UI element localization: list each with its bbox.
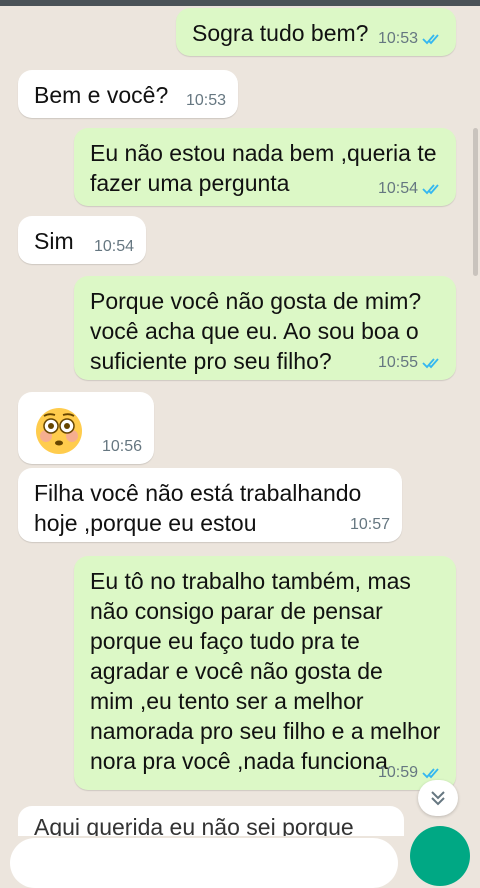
message-meta: 10:53: [186, 92, 226, 110]
message-time: 10:57: [349, 516, 390, 533]
message-time: 10:53: [377, 30, 418, 47]
message-time: 10:54: [93, 238, 134, 255]
status-bar: [0, 0, 480, 6]
double-check-icon: [422, 358, 439, 369]
message-time: 10:54: [377, 180, 418, 197]
message-time: 10:53: [185, 92, 226, 109]
message-text: Eu tô no trabalho também, mas não consig…: [90, 568, 441, 774]
message-text: Aqui querida eu não sei porque: [34, 814, 354, 836]
outgoing-message[interactable]: Sogra tudo bem? 10:53: [176, 8, 456, 56]
outgoing-message[interactable]: Porque você não gosta de mim? você acha …: [74, 276, 456, 380]
message-meta: 10:53: [378, 30, 444, 48]
message-meta: 10:55: [378, 354, 444, 372]
chevron-double-down-icon: [431, 791, 445, 806]
message-input-bar[interactable]: [10, 838, 398, 888]
double-check-icon: [422, 34, 439, 45]
message-text: Filha você não está trabalhando hoje ,po…: [34, 480, 362, 536]
message-meta: 10:54: [378, 180, 444, 198]
outgoing-message[interactable]: Eu tô no trabalho também, mas não consig…: [74, 556, 456, 790]
message-time: 10:59: [377, 764, 418, 781]
send-button[interactable]: [410, 826, 470, 886]
incoming-message[interactable]: 10:56: [18, 392, 154, 464]
double-check-icon: [422, 184, 439, 195]
incoming-message-partial[interactable]: Aqui querida eu não sei porque: [18, 806, 404, 836]
incoming-message[interactable]: Filha você não está trabalhando hoje ,po…: [18, 468, 402, 542]
incoming-message[interactable]: Sim 10:54: [18, 216, 146, 264]
message-meta: 10:57: [350, 516, 390, 534]
incoming-message[interactable]: Bem e você? 10:53: [18, 70, 238, 118]
flushed-face-icon: [36, 408, 82, 454]
scroll-to-bottom-button[interactable]: [418, 780, 458, 816]
scrollbar[interactable]: [473, 128, 478, 276]
message-meta: 10:54: [94, 238, 134, 256]
message-time: 10:55: [377, 354, 418, 371]
double-check-icon: [422, 768, 439, 779]
message-meta: 10:56: [102, 438, 142, 456]
outgoing-message[interactable]: Eu não estou nada bem ,queria te fazer u…: [74, 128, 456, 206]
message-time: 10:56: [101, 438, 142, 455]
